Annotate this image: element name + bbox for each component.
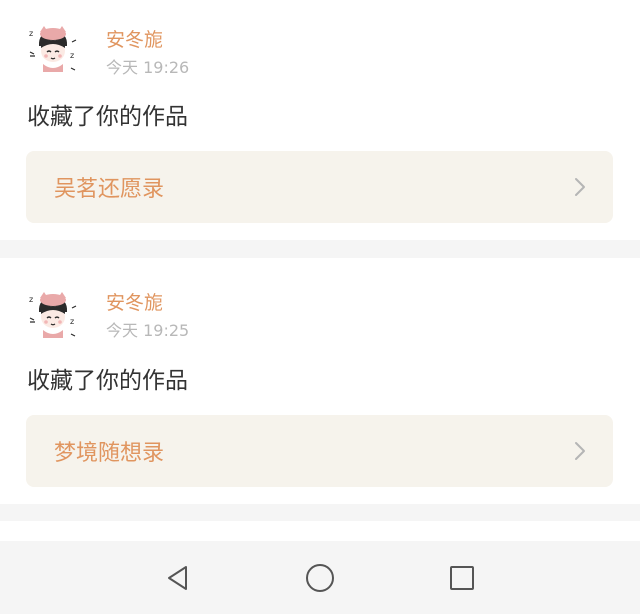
notification-card-partial (0, 521, 640, 541)
work-link[interactable]: 梦境随想录 (26, 415, 613, 487)
action-text: 收藏了你的作品 (27, 104, 188, 130)
svg-text:z: z (29, 29, 33, 38)
avatar-icon[interactable]: z z (26, 22, 80, 76)
chevron-right-icon (575, 178, 585, 196)
work-title: 梦境随想录 (54, 441, 165, 466)
notification-card: z z 安冬旎 今天 19:25 收藏了你的作品 梦境随想录 (0, 258, 640, 504)
svg-text:z: z (70, 317, 74, 326)
back-triangle-icon (168, 566, 187, 590)
work-link[interactable]: 吴茗还愿录 (26, 151, 613, 223)
avatar-icon[interactable]: z z (26, 288, 80, 342)
svg-text:z: z (70, 51, 74, 60)
user-name[interactable]: 安冬旎 (106, 29, 163, 51)
work-title: 吴茗还愿录 (54, 177, 165, 202)
notification-card: z z 安冬旎 今天 19:26 收藏了你的作品 吴茗还愿录 (0, 0, 640, 240)
back-button[interactable] (161, 561, 195, 595)
system-nav-bar (0, 541, 640, 614)
chevron-right-icon (575, 442, 585, 460)
home-button[interactable] (303, 561, 337, 595)
user-name[interactable]: 安冬旎 (106, 292, 163, 314)
action-text: 收藏了你的作品 (27, 368, 188, 394)
home-circle-icon (306, 564, 334, 592)
notification-time: 今天 19:26 (106, 58, 190, 77)
recent-apps-square-icon (450, 566, 474, 590)
notification-time: 今天 19:25 (106, 321, 190, 340)
recent-apps-button[interactable] (445, 561, 479, 595)
svg-text:z: z (29, 295, 33, 304)
